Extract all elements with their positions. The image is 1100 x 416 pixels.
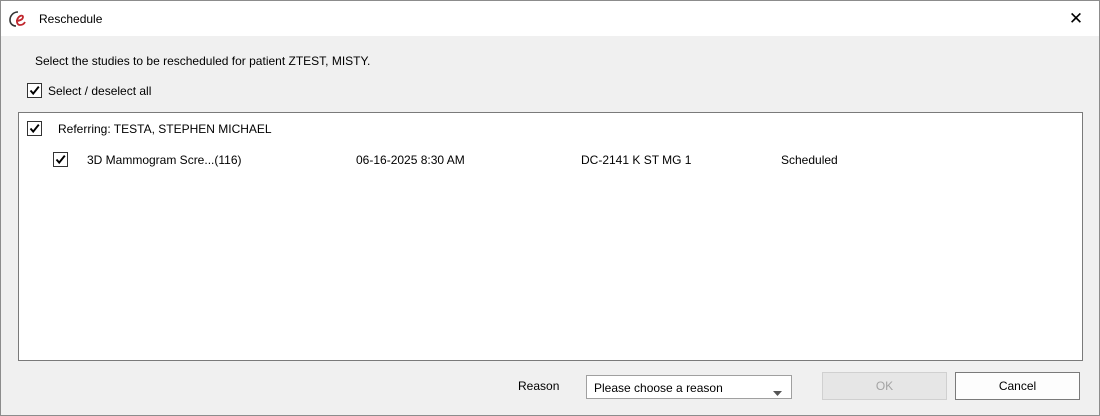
study-checkbox[interactable] (53, 152, 68, 167)
referring-group-checkbox[interactable] (27, 121, 42, 136)
title-bar: Reschedule ✕ (1, 1, 1099, 36)
instructions-text: Select the studies to be rescheduled for… (35, 54, 371, 68)
referring-group-row: Referring: TESTA, STEPHEN MICHAEL (27, 121, 272, 136)
reason-selected-value: Please choose a reason (594, 381, 723, 395)
checkmark-icon (55, 155, 66, 165)
reason-dropdown[interactable]: Please choose a reason (586, 375, 792, 399)
referring-group-label: Referring: TESTA, STEPHEN MICHAEL (58, 121, 272, 136)
cancel-button[interactable]: Cancel (955, 372, 1080, 400)
studies-list: Referring: TESTA, STEPHEN MICHAEL 3D Mam… (18, 112, 1083, 361)
e-logo-icon (9, 10, 31, 28)
window-title: Reschedule (39, 12, 103, 26)
close-button[interactable]: ✕ (1053, 1, 1099, 36)
study-name: 3D Mammogram Scre...(116) (87, 153, 242, 167)
close-icon: ✕ (1068, 8, 1084, 28)
select-all-checkbox[interactable] (27, 83, 42, 98)
checkmark-icon (29, 124, 40, 134)
reschedule-dialog: Reschedule ✕ Select the studies to be re… (0, 0, 1100, 416)
checkmark-icon (29, 86, 40, 96)
reason-label: Reason (518, 379, 560, 393)
study-row[interactable]: 3D Mammogram Scre...(116) 06-16-2025 8:3… (53, 152, 1053, 168)
ok-button[interactable]: OK (822, 372, 947, 400)
study-datetime: 06-16-2025 8:30 AM (356, 153, 465, 167)
select-all-label[interactable]: Select / deselect all (48, 84, 151, 98)
study-status: Scheduled (781, 153, 838, 167)
study-location: DC-2141 K ST MG 1 (581, 153, 692, 167)
select-all-row: Select / deselect all (27, 83, 151, 98)
chevron-down-icon (773, 385, 782, 399)
